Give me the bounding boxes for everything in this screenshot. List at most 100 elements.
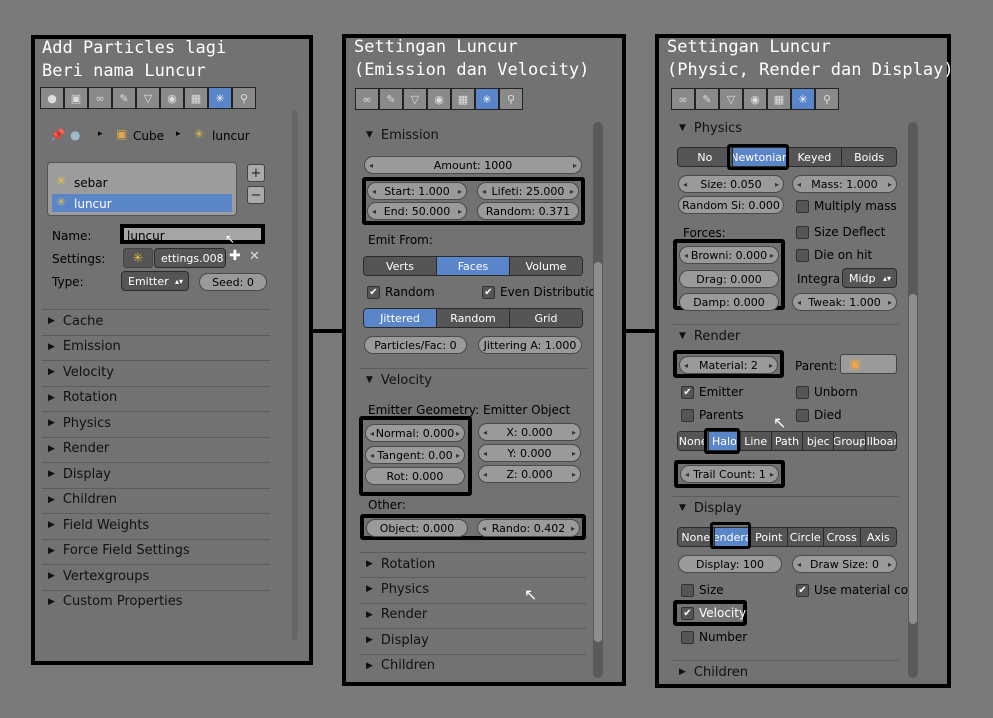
use-material-color-checkbox[interactable]: ✔ Use material co <box>796 583 908 597</box>
display-velocity-checkbox[interactable]: ✔ Velocity <box>681 606 746 620</box>
section-header-velocity[interactable]: ▶ Velocity <box>42 360 270 383</box>
section-header-force-field-settings[interactable]: ▶ Force Field Settings <box>42 538 270 562</box>
damp-field[interactable]: Damp: 0.000 <box>679 293 779 311</box>
section-header-custom-properties[interactable]: ▶ Custom Properties <box>42 589 270 613</box>
emit-verts-option[interactable]: Verts <box>364 257 437 275</box>
display-header[interactable]: ▼ Display <box>673 496 899 519</box>
section-header-physics[interactable]: ▶ Physics <box>42 411 270 434</box>
mesh-data-tab-icon[interactable]: ▽ <box>719 88 743 110</box>
modifiers-tab-icon[interactable]: ✎ <box>112 87 136 109</box>
particles-tab-icon[interactable]: ✳ <box>475 88 499 110</box>
random-option[interactable]: Random <box>437 309 510 327</box>
render-group-option[interactable]: Group <box>834 432 866 450</box>
section-header-render[interactable]: ▶ Render <box>360 602 586 626</box>
type-dropdown[interactable]: Emitter ▴▾ <box>121 271 189 291</box>
unlink-settings-icon[interactable]: ✕ <box>249 249 260 264</box>
amount-field[interactable]: ◂ Amount: 1000 ▸ <box>364 156 582 174</box>
lifetime-random-field[interactable]: Random: 0.371 <box>477 202 579 220</box>
brownian-field[interactable]: ◂ Browni: 0.000 ▸ <box>679 246 779 264</box>
jittered-option[interactable]: Jittered <box>364 309 437 327</box>
emitter-checkbox[interactable]: ✔ Emitter <box>681 385 743 399</box>
physics-tab-icon[interactable]: ⚲ <box>499 88 523 110</box>
add-slot-icon[interactable]: + <box>247 164 265 182</box>
pin-icon[interactable]: 📌 <box>50 128 65 142</box>
section-header-emission[interactable]: ▶ Emission <box>42 334 270 358</box>
end-field[interactable]: ◂ End: 50.000 ▸ <box>367 202 467 220</box>
velocity-header[interactable]: ▼ Velocity <box>360 368 588 391</box>
texture-tab-icon[interactable]: ▦ <box>451 88 475 110</box>
render-header[interactable]: ▼ Render <box>673 324 899 347</box>
drag-field[interactable]: Drag: 0.000 <box>679 270 779 288</box>
parents-checkbox[interactable]: Parents <box>681 408 744 422</box>
particles-per-face-field[interactable]: Particles/Fac: 0 <box>364 336 467 354</box>
material-tab-icon[interactable]: ◉ <box>427 88 451 110</box>
z-field[interactable]: ◂ Z: 0.000 ▸ <box>478 465 581 483</box>
random-size-field[interactable]: Random Si: 0.000 <box>678 196 784 214</box>
size-deflect-checkbox[interactable]: Size Deflect <box>796 225 885 239</box>
section-header-render[interactable]: ▶ Render <box>42 436 270 460</box>
render-line-option[interactable]: Line <box>740 432 772 450</box>
render-object-option[interactable]: bjec <box>803 432 835 450</box>
add-settings-icon[interactable]: ✚ <box>229 248 241 264</box>
particles-tab-icon[interactable]: ✳ <box>791 88 815 110</box>
texture-tab-icon[interactable]: ▦ <box>767 88 791 110</box>
y-field[interactable]: ◂ Y: 0.000 ▸ <box>478 444 581 462</box>
constraints-tab-icon[interactable]: ∞ <box>671 88 695 110</box>
section-header-rotation[interactable]: ▶ Rotation <box>42 385 270 409</box>
lifetime-field[interactable]: ◂ Lifeti: 25.000 ▸ <box>477 182 579 200</box>
scroll-thumb[interactable] <box>594 262 602 642</box>
constraints-tab-icon[interactable]: ∞ <box>88 87 112 109</box>
integration-dropdown[interactable]: Midp ▴▾ <box>842 268 897 288</box>
list-item-sebar[interactable]: sebar <box>74 176 108 190</box>
trail-count-field[interactable]: ◂ Trail Count: 1 ▸ <box>680 465 779 483</box>
remove-slot-icon[interactable]: − <box>247 186 265 204</box>
multiply-mass-checkbox[interactable]: Multiply mass <box>796 199 897 213</box>
emit-faces-option[interactable]: Faces <box>437 257 510 275</box>
modifiers-tab-icon[interactable]: ✎ <box>695 88 719 110</box>
mesh-data-tab-icon[interactable]: ▽ <box>136 87 160 109</box>
physics-tab-icon[interactable]: ⚲ <box>232 87 256 109</box>
grid-option[interactable]: Grid <box>510 309 582 327</box>
section-header-rotation[interactable]: ▶ Rotation <box>360 552 586 575</box>
list-item-luncur[interactable]: luncur <box>74 197 112 211</box>
scroll-thumb[interactable] <box>909 294 917 624</box>
panel1-scrollbar[interactable] <box>292 110 298 640</box>
scene-tab-icon[interactable]: ● <box>40 87 64 109</box>
display-axis-option[interactable]: Axis <box>860 528 896 546</box>
emit-volume-option[interactable]: Volume <box>510 257 582 275</box>
physics-keyed-option[interactable]: Keyed <box>787 148 843 166</box>
physics-boids-option[interactable]: Boids <box>842 148 896 166</box>
render-billboard-option[interactable]: illboar <box>865 432 896 450</box>
even-distribution-checkbox[interactable]: ✔ Even Distributio <box>482 285 596 299</box>
physics-tab-icon[interactable]: ⚲ <box>815 88 839 110</box>
material-tab-icon[interactable]: ◉ <box>160 87 184 109</box>
display-circle-option[interactable]: Circle <box>787 528 824 546</box>
start-field[interactable]: ◂ Start: 1.000 ▸ <box>367 182 467 200</box>
x-field[interactable]: ◂ X: 0.000 ▸ <box>478 423 581 441</box>
section-header-physics[interactable]: ▶ Physics <box>360 577 586 600</box>
normal-field[interactable]: ◂ Normal: 0.000 ▸ <box>365 424 465 442</box>
material-tab-icon[interactable]: ◉ <box>743 88 767 110</box>
texture-tab-icon[interactable]: ▦ <box>184 87 208 109</box>
material-field[interactable]: ◂ Material: 2 ▸ <box>679 356 778 374</box>
mass-field[interactable]: ◂ Mass: 1.000 ▸ <box>792 175 897 193</box>
tangent-field[interactable]: ◂ Tangent: 0.00 ▸ <box>365 446 465 464</box>
section-header-cache[interactable]: ▶ Cache <box>42 309 270 332</box>
died-checkbox[interactable]: Died <box>796 408 842 422</box>
parent-object-picker-icon[interactable]: ▣ <box>840 354 897 374</box>
panel3-scrollbar[interactable] <box>908 122 918 678</box>
display-cross-option[interactable]: Cross <box>824 528 861 546</box>
physics-header[interactable]: ▼ Physics <box>673 117 899 139</box>
section-header-field-weights[interactable]: ▶ Field Weights <box>42 513 270 536</box>
section-header-display[interactable]: ▶ Display <box>360 628 586 651</box>
constraints-tab-icon[interactable]: ∞ <box>355 88 379 110</box>
section-header-children[interactable]: ▶ Children <box>42 487 270 511</box>
settings-datablock[interactable]: ettings.008 <box>154 248 226 268</box>
random-checkbox[interactable]: ✔ Random <box>367 285 435 299</box>
panel2-scrollbar[interactable] <box>593 122 603 678</box>
jittering-amount-field[interactable]: Jittering A: 1.000 <box>478 336 582 354</box>
draw-size-field[interactable]: ◂ Draw Size: 0 ▸ <box>792 555 897 573</box>
display-amount-field[interactable]: Display: 100 <box>678 555 782 573</box>
object-velocity-field[interactable]: Object: 0.000 <box>366 519 468 537</box>
physics-no-option[interactable]: No <box>678 148 733 166</box>
